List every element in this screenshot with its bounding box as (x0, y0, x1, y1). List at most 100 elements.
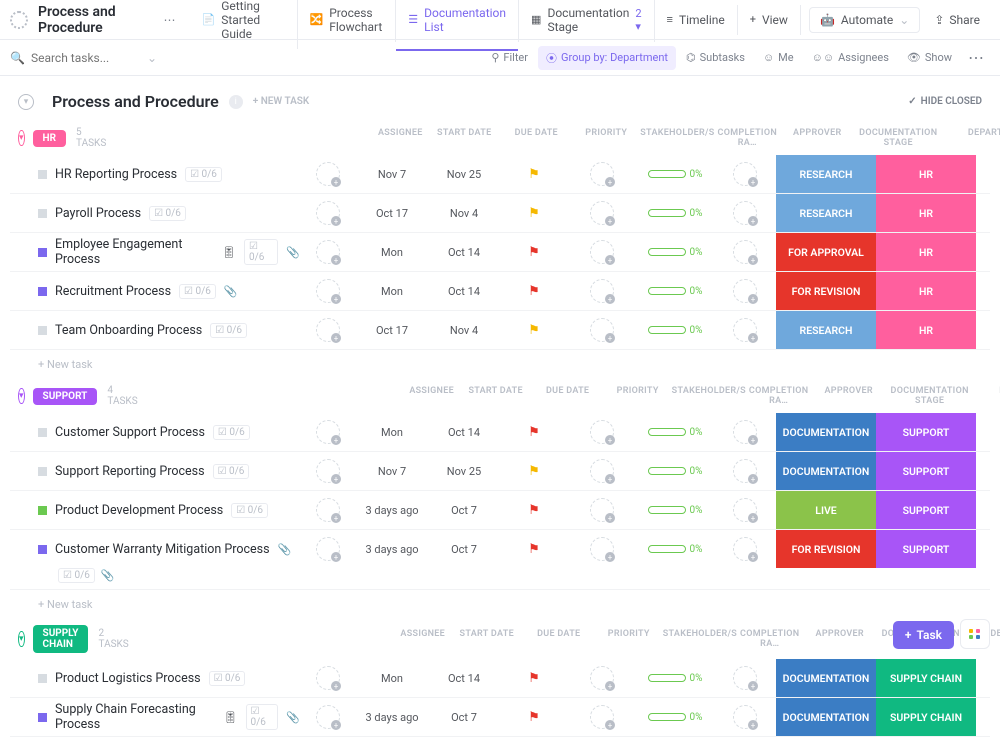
status-square[interactable] (38, 326, 47, 335)
col-stakeholder-s[interactable]: STAKEHOLDER/S (672, 386, 740, 406)
priority-cell[interactable]: ⚑ (500, 425, 568, 440)
due-date-cell[interactable]: Nov 25 (428, 465, 500, 478)
due-date-cell[interactable]: Oct 7 (428, 504, 500, 517)
add-task-link[interactable]: + New task (10, 590, 990, 619)
col-documentation-stage[interactable]: DOCUMENTATION STAGE (880, 386, 980, 406)
completion-cell[interactable]: 0% (636, 673, 714, 684)
assignee-cell[interactable] (300, 318, 356, 342)
task-name[interactable]: HR Reporting Process (55, 167, 177, 182)
view-tab-process-flowchart[interactable]: 🔀Process Flowchart (298, 0, 397, 42)
new-task-link[interactable]: + NEW TASK (253, 96, 310, 107)
more-icon[interactable]: ⋯ (962, 48, 990, 67)
col-priority[interactable]: PRIORITY (604, 386, 672, 406)
group-collapse-button[interactable]: ▾ (18, 388, 25, 404)
me-chip[interactable]: ☺Me (755, 47, 802, 68)
subtask-count[interactable]: ☑ 0/6 (209, 671, 246, 686)
due-date-cell[interactable]: Nov 25 (428, 168, 500, 181)
col-due-date[interactable]: DUE DATE (532, 386, 604, 406)
dept-cell[interactable]: HR (876, 194, 976, 232)
dept-cell[interactable]: HR (876, 311, 976, 349)
task-name[interactable]: Payroll Process (55, 206, 141, 221)
approver-cell[interactable] (714, 240, 776, 264)
task-row[interactable]: Recruitment Process☑ 0/6📎MonOct 14⚑0%FOR… (10, 272, 990, 311)
apps-fab[interactable] (960, 619, 990, 649)
col-start-date[interactable]: START DATE (460, 386, 532, 406)
completion-cell[interactable]: 0% (636, 505, 714, 516)
status-square[interactable] (38, 428, 47, 437)
attachment-icon[interactable]: 📎 (286, 711, 300, 724)
completion-cell[interactable]: 0% (636, 544, 714, 555)
view-tab-getting-started-guide[interactable]: 📄Getting Started Guide (189, 0, 297, 49)
approver-cell[interactable] (714, 279, 776, 303)
stakeholder-cell[interactable] (568, 240, 636, 264)
approver-cell[interactable] (714, 201, 776, 225)
group-collapse-button[interactable]: ▾ (18, 631, 25, 647)
stage-cell[interactable]: RESEARCH (776, 155, 876, 193)
dept-cell[interactable]: SUPPLY CHAIN (876, 659, 976, 697)
dept-cell[interactable]: SUPPORT (876, 491, 976, 529)
col-completion-ra-[interactable]: COMPLETION RA… (740, 386, 818, 406)
col-priority[interactable]: PRIORITY (572, 128, 640, 148)
priority-cell[interactable]: ⚑ (500, 671, 568, 686)
stage-cell[interactable]: FOR REVISION (776, 530, 876, 568)
col-priority[interactable]: PRIORITY (595, 629, 663, 649)
task-row[interactable]: Supply Chain Forecasting Process🎚☑ 0/6📎3… (10, 698, 990, 737)
stakeholder-cell[interactable] (568, 162, 636, 186)
stakeholder-cell[interactable] (568, 705, 636, 729)
completion-cell[interactable]: 0% (636, 427, 714, 438)
col-completion-ra-[interactable]: COMPLETION RA… (708, 128, 786, 148)
status-square[interactable] (38, 209, 47, 218)
page-menu-icon[interactable]: ⋯ (163, 13, 175, 27)
subtask-count[interactable]: ☑ 0/6 (246, 704, 279, 730)
col-start-date[interactable]: START DATE (428, 128, 500, 148)
assignee-cell[interactable] (300, 279, 356, 303)
col-assignee[interactable]: ASSIGNEE (404, 386, 460, 406)
group-pill[interactable]: SUPPORT (33, 388, 98, 405)
col-department[interactable]: DEPARTMENT (980, 386, 1000, 406)
share-button[interactable]: ⇪ Share (924, 8, 990, 32)
col-due-date[interactable]: DUE DATE (500, 128, 572, 148)
col-assignee[interactable]: ASSIGNEE (395, 629, 451, 649)
stage-cell[interactable]: LIVE (776, 491, 876, 529)
task-row[interactable]: Support Reporting Process☑ 0/6Nov 7Nov 2… (10, 452, 990, 491)
stage-cell[interactable]: DOCUMENTATION (776, 452, 876, 490)
priority-cell[interactable]: ⚑ (500, 284, 568, 299)
col-assignee[interactable]: ASSIGNEE (372, 128, 428, 148)
search-chevron-icon[interactable]: ⌄ (147, 51, 157, 65)
col-stakeholder-s[interactable]: STAKEHOLDER/S (663, 629, 731, 649)
priority-cell[interactable]: ⚑ (500, 464, 568, 479)
priority-cell[interactable]: ⚑ (500, 323, 568, 338)
assignee-cell[interactable] (300, 666, 356, 690)
task-name[interactable]: Customer Warranty Mitigation Process (55, 542, 270, 557)
completion-cell[interactable]: 0% (636, 466, 714, 477)
task-name[interactable]: Customer Support Process (55, 425, 205, 440)
subtask-count[interactable]: ☑ 0/6 (58, 568, 95, 583)
due-date-cell[interactable]: Oct 14 (428, 672, 500, 685)
assignee-cell[interactable] (300, 201, 356, 225)
dept-cell[interactable]: SUPPLY CHAIN (876, 698, 976, 736)
collapse-all-button[interactable]: ▾ (18, 94, 34, 110)
start-date-cell[interactable]: 3 days ago (356, 711, 428, 724)
dept-cell[interactable]: SUPPORT (876, 530, 976, 568)
stakeholder-cell[interactable] (568, 201, 636, 225)
completion-cell[interactable]: 0% (636, 208, 714, 219)
automate-button[interactable]: 🤖 Automate ⌄ (809, 7, 920, 33)
view-tab-timeline[interactable]: ≡Timeline (655, 5, 738, 35)
stage-cell[interactable]: FOR REVISION (776, 272, 876, 310)
task-row[interactable]: Product Logistics Process☑ 0/6MonOct 14⚑… (10, 659, 990, 698)
attachment-icon[interactable]: 📎 (101, 569, 115, 582)
start-date-cell[interactable]: Mon (356, 285, 428, 298)
completion-cell[interactable]: 0% (636, 712, 714, 723)
start-date-cell[interactable]: Mon (356, 672, 428, 685)
task-name[interactable]: Employee Engagement Process (55, 237, 214, 267)
dept-cell[interactable]: SUPPORT (876, 452, 976, 490)
subtask-count[interactable]: ☑ 0/6 (210, 323, 247, 338)
start-date-cell[interactable]: Nov 7 (356, 168, 428, 181)
dept-cell[interactable]: HR (876, 155, 976, 193)
stakeholder-cell[interactable] (568, 666, 636, 690)
subtask-count[interactable]: ☑ 0/6 (213, 464, 250, 479)
approver-cell[interactable] (714, 459, 776, 483)
assignee-cell[interactable] (300, 498, 356, 522)
col-stakeholder-s[interactable]: STAKEHOLDER/S (640, 128, 708, 148)
status-square[interactable] (38, 248, 47, 257)
